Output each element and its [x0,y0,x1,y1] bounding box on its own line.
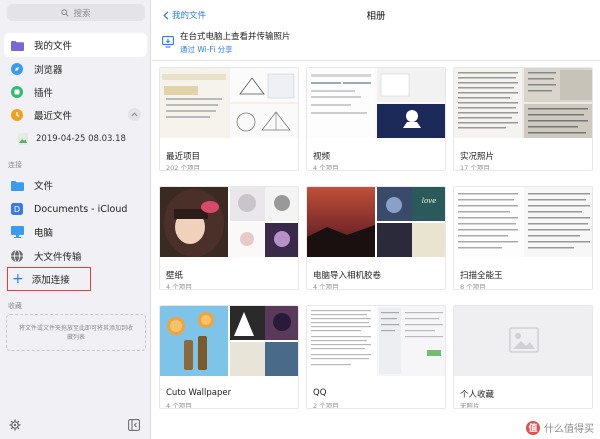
album-name: 视频 [313,152,331,162]
folder-icon [10,178,24,192]
sidebar-item-plugins[interactable]: 插件 [4,80,147,104]
album-count: 202 个项目 [166,164,200,171]
folder-icon [10,38,24,52]
album-name: 电脑导入相机胶卷 [313,271,382,281]
album-videos[interactable]: 视频 4 个项目 [306,67,446,171]
album-thumbnail [160,187,298,257]
add-connection-button[interactable]: + 添加连接 [7,267,91,291]
sidebar-item-label: Documents - iCloud [34,203,128,215]
album-name: 壁纸 [166,271,184,281]
album-count: 无照片 [460,402,480,409]
album-count: 4 个项目 [313,164,339,171]
monitor-share-icon [162,33,174,48]
sidebar-item-label: 大文件传输 [34,252,82,263]
main-content: 我的文件 相册 在台式电脑上查看并传输照片 通过 Wi-Fi 分享 最近项目 2… [152,0,600,439]
sidebar-item-large-file-transfer[interactable]: 大文件传输 [4,244,147,268]
album-count: 4 个项目 [313,283,339,290]
favorites-header: 收藏 [8,302,22,310]
album-cuto-wallpaper[interactable]: Cuto Wallpaper 4 个项目 [159,305,299,409]
album-name: QQ [313,388,327,398]
album-name: 个人收藏 [460,390,495,400]
album-thumbnail [454,187,592,257]
sidebar-item-files[interactable]: 文件 [4,173,147,197]
album-wallpaper[interactable]: 壁纸 4 个项目 [159,186,299,290]
sidebar-item-documents-icloud[interactable]: D Documents - iCloud [4,197,147,221]
globe-icon [10,249,24,263]
wifi-share-banner[interactable]: 在台式电脑上查看并传输照片 通过 Wi-Fi 分享 [162,32,291,55]
album-count: 2 个项目 [313,402,339,409]
image-icon [16,132,30,146]
monitor-icon [10,225,24,239]
sidebar-item-label: 浏览器 [34,65,63,76]
documents-icon: D [10,202,24,216]
wifi-share-link[interactable]: 通过 Wi-Fi 分享 [180,44,291,55]
svg-text:D: D [14,205,20,214]
album-count: 4 个项目 [166,402,192,409]
album-name: 扫描全能王 [460,271,503,281]
album-name: Cuto Wallpaper [166,388,232,398]
connections-header: 连接 [8,161,22,169]
puzzle-icon [10,85,24,99]
album-thumbnail [307,68,445,138]
album-count: 8 个项目 [460,283,486,290]
sidebar: 搜索 我的文件 浏览器 插件 最近文件 2019-04-25 08.03.18 … [0,0,151,439]
sidebar-item-label: 电脑 [34,228,54,239]
recent-file-label: 2019-04-25 08.03.18 [36,134,126,144]
sidebar-item-label: 最近文件 [34,111,73,122]
search-input[interactable]: 搜索 [7,4,145,21]
album-camscanner[interactable]: 扫描全能王 8 个项目 [453,186,593,290]
search-icon [61,8,70,17]
sidebar-item-label: 文件 [34,181,54,192]
page-title: 相册 [366,11,386,22]
sidebar-item-label: 插件 [34,88,54,99]
chevron-up-icon[interactable] [128,108,141,121]
album-recent[interactable]: 最近项目 202 个项目 [159,67,299,171]
album-name: 实况照片 [460,152,495,162]
album-name: 最近项目 [166,152,201,162]
watermark-badge: 值 [526,420,540,435]
sidebar-item-recent-files[interactable]: 最近文件 [4,103,147,127]
recent-file-item[interactable]: 2019-04-25 08.03.18 [4,127,147,151]
album-thumbnail: love [307,187,445,257]
album-thumbnail [160,68,298,138]
sidebar-item-my-files[interactable]: 我的文件 [4,33,147,57]
favorites-drop-zone[interactable]: 将文件或文件夹拖放至此即可将其添加到收藏列表 [6,314,146,351]
watermark: 值 什么值得买 [526,420,594,435]
album-live-photos[interactable]: 实况照片 17 个项目 [453,67,593,171]
add-connection-label: 添加连接 [31,275,70,286]
sidebar-item-label: 我的文件 [34,41,73,52]
album-thumbnail [454,68,592,138]
divider [152,60,600,61]
collapse-sidebar-icon[interactable] [128,416,140,435]
svg-text:love: love [422,197,437,205]
clock-icon [10,108,24,122]
search-placeholder: 搜索 [73,8,91,19]
gear-icon[interactable] [9,416,21,435]
album-thumbnail [307,306,445,376]
sidebar-item-computer[interactable]: 电脑 [4,220,147,244]
album-count: 4 个项目 [166,283,192,290]
sidebar-item-browser[interactable]: 浏览器 [4,57,147,81]
wifi-share-title: 在台式电脑上查看并传输照片 [180,32,291,42]
album-favorites[interactable]: 个人收藏 无照片 [453,305,593,409]
compass-icon [10,62,24,76]
album-thumbnail [454,306,592,376]
album-camera-roll-import[interactable]: love 电脑导入相机胶卷 4 个项目 [306,186,446,290]
album-qq[interactable]: QQ 2 个项目 [306,305,446,409]
favorites-hint: 将文件或文件夹拖放至此即可将其添加到收藏列表 [18,324,133,341]
album-count: 17 个项目 [460,164,490,171]
plus-icon: + [12,271,24,287]
album-thumbnail [160,306,298,376]
watermark-text: 什么值得买 [544,424,594,435]
